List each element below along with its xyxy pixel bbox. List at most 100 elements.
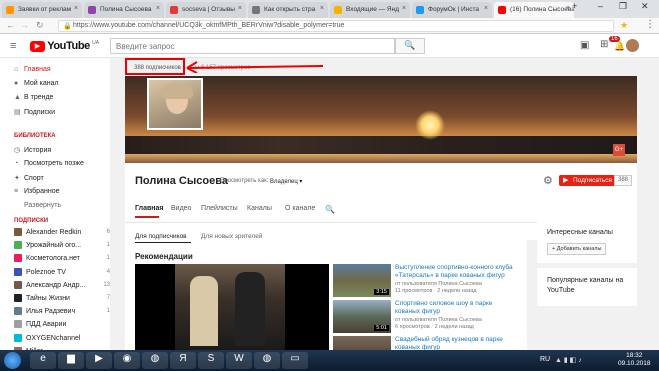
add-channels-button[interactable]: + Добавить каналы	[547, 243, 607, 255]
apps-icon[interactable]: ⊞	[600, 39, 608, 50]
chrome-icon-2[interactable]: ◍	[254, 352, 280, 369]
app-icon[interactable]: ◉	[114, 352, 140, 369]
maximize-button[interactable]: ❐	[619, 1, 627, 12]
close-window-button[interactable]: ✕	[641, 1, 649, 12]
ie-icon[interactable]: e	[30, 352, 56, 369]
google-plus-icon[interactable]: G+	[613, 144, 625, 156]
close-tab-icon[interactable]: ×	[74, 5, 78, 12]
clock[interactable]: 18:32 09.10.2018	[618, 352, 651, 368]
menu-icon[interactable]: ⋮	[645, 19, 655, 30]
sidebar-item[interactable]: ≡ Избранное	[14, 188, 59, 200]
notification-badge: 16	[609, 36, 620, 42]
new-count: 7	[106, 295, 110, 301]
channel-thumb-icon	[14, 307, 22, 316]
close-tab-icon[interactable]: ×	[156, 5, 160, 12]
word-icon[interactable]: W	[226, 352, 252, 369]
channel-search-icon[interactable]: 🔍	[325, 205, 335, 214]
subscription-item[interactable]: OXYGENchannel	[14, 333, 110, 346]
playlist-icon: ≡	[14, 188, 19, 195]
close-tab-icon[interactable]: ×	[320, 5, 324, 12]
subscription-item[interactable]: Илья Радзевич 1	[14, 307, 110, 319]
skype-icon[interactable]: S	[198, 352, 224, 369]
browser-tab[interactable]: socseva | Отзывы ×	[166, 2, 246, 18]
video-duration: 3:15	[374, 289, 389, 295]
minimize-button[interactable]: –	[598, 1, 603, 11]
chrome-icon[interactable]: ◍	[142, 352, 168, 369]
search-button[interactable]: 🔍	[395, 38, 425, 54]
url-field[interactable]: 🔒 https://www.youtube.com/channel/UCQ3k_…	[58, 20, 614, 32]
folder-icon[interactable]: ▆	[58, 352, 84, 369]
media-icon[interactable]: ▶	[86, 352, 112, 369]
reload-icon[interactable]: ↻	[36, 20, 44, 31]
play-icon: ▶	[563, 177, 569, 184]
sidebar-item[interactable]: ◔ Посмотреть позже	[14, 160, 84, 172]
sidebar-item[interactable]: ◷ История	[14, 146, 51, 158]
subscription-item[interactable]: Косметолога.нет 1	[14, 254, 110, 266]
bell-icon[interactable]: 🔔	[614, 41, 625, 52]
channel-tab[interactable]: О канале	[285, 205, 315, 212]
new-tab-button[interactable]: +	[572, 1, 577, 11]
subtab-new-viewers[interactable]: Для новых зрителей	[201, 233, 262, 240]
explorer-icon[interactable]: ▭	[282, 352, 308, 369]
sidebar-item[interactable]: ▲ В тренде	[14, 94, 53, 106]
horizon-silhouette	[125, 136, 637, 154]
subscriptions-header: ПОДПИСКИ	[14, 218, 49, 224]
close-tab-icon[interactable]: ×	[484, 5, 488, 12]
subscription-item[interactable]: Тайны Жизни 7	[14, 294, 110, 306]
flame-icon: ▲	[14, 94, 21, 101]
sidebar-item[interactable]: ● Мой канал	[14, 80, 59, 92]
channel-tab[interactable]: Видео	[171, 205, 191, 212]
browser-tab[interactable]: Входящие — Янд ×	[330, 2, 410, 18]
browser-tab[interactable]: Заявки от реклам ×	[2, 2, 82, 18]
expand-link[interactable]: Развернуть	[14, 202, 61, 214]
subscription-item[interactable]: Урожайный ого... 1	[14, 241, 110, 253]
back-icon[interactable]: ←	[6, 20, 15, 30]
subscription-item[interactable]: ПДД Аварии	[14, 320, 110, 332]
browser-tab[interactable]: ФорумОк | Инста ×	[412, 2, 492, 18]
sidebar-item[interactable]: ✦ Спорт	[14, 174, 44, 186]
language-indicator[interactable]: RU	[540, 356, 550, 363]
settings-icon[interactable]: ⚙	[543, 174, 553, 187]
channel-tab[interactable]: Плейлисты	[201, 205, 238, 212]
home-icon: ⌂	[14, 66, 19, 73]
subscribe-button[interactable]: ▶ Подписаться	[559, 175, 616, 186]
highlight-box	[125, 58, 185, 75]
channel-tab[interactable]: Главная	[135, 205, 163, 212]
new-count: 6	[106, 229, 110, 235]
sidebar-item[interactable]: ▤ Подписки	[14, 108, 55, 120]
close-tab-icon[interactable]: ×	[566, 5, 570, 12]
video-thumbnail[interactable]: 5:01	[333, 300, 391, 333]
sidebar-item[interactable]: ⌂ Главная	[14, 66, 51, 78]
search-input[interactable]: Введите запрос	[110, 38, 395, 54]
browser-tab[interactable]: (16) Полина Сысоева ×	[494, 2, 574, 18]
close-tab-icon[interactable]: ×	[238, 5, 242, 12]
tab-label: (16) Полина Сысоева	[510, 6, 574, 13]
video-meta: 11 просмотров · 2 недели назад	[395, 288, 477, 294]
star-icon[interactable]: ★	[620, 20, 628, 31]
hamburger-icon[interactable]: ≡	[10, 40, 16, 52]
video-author: от пользователя Полина Сысоева	[395, 281, 482, 287]
featured-video-player[interactable]	[135, 264, 329, 350]
close-tab-icon[interactable]: ×	[402, 5, 406, 12]
start-button[interactable]	[4, 352, 21, 369]
subscription-item[interactable]: Александр Андр... 13	[14, 280, 110, 293]
video-duration: 5:01	[374, 325, 389, 331]
browser-tab[interactable]: Полина Сысоева ×	[84, 2, 164, 18]
channel-avatar[interactable]	[147, 78, 203, 130]
avatar[interactable]	[626, 39, 639, 52]
video-thumbnail[interactable]: 3:15	[333, 264, 391, 297]
subtab-subscribers[interactable]: Для подписчиков	[135, 233, 187, 240]
forward-icon[interactable]: →	[20, 20, 29, 30]
view-as-select[interactable]: Владелец ▾	[270, 178, 302, 185]
upload-icon[interactable]: ▣	[580, 40, 589, 51]
video-title[interactable]: Спортивно силовое шоу в парке кованых фи…	[395, 300, 515, 316]
tray-icons[interactable]: ▲ ▮ ◧ ♪	[555, 356, 582, 364]
youtube-logo[interactable]: ▶ YouTube UA	[30, 40, 99, 52]
subscription-item[interactable]: Alexander Redkin 6	[14, 228, 110, 240]
yandex-icon[interactable]: Я	[170, 352, 196, 369]
channel-tab[interactable]: Каналы	[247, 205, 272, 212]
browser-tab[interactable]: Как открыть стра ×	[248, 2, 328, 18]
video-title[interactable]: Выступление спортивно-конного клуба «Тат…	[395, 264, 515, 280]
subscription-item[interactable]: Poleznoe TV 4	[14, 267, 110, 280]
tab-label: socseva | Отзывы	[182, 6, 235, 13]
